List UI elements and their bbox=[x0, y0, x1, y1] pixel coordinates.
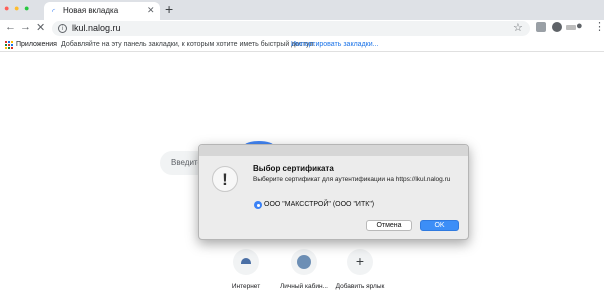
extension-icon[interactable] bbox=[536, 22, 546, 32]
address-bar[interactable]: i lkul.nalog.ru ☆ bbox=[52, 21, 530, 36]
alert-icon: ! bbox=[212, 166, 238, 192]
stop-icon[interactable]: ✕ bbox=[36, 21, 45, 34]
add-shortcut-button[interactable]: + bbox=[347, 249, 373, 275]
bookmarks-bar: Приложения Добавляйте на эту панель закл… bbox=[0, 38, 604, 52]
cancel-button[interactable]: Отмена bbox=[366, 220, 412, 231]
back-icon[interactable]: ← bbox=[5, 21, 16, 33]
apps-icon[interactable] bbox=[5, 41, 13, 49]
import-bookmarks-link[interactable]: Импортировать закладки... bbox=[291, 41, 378, 48]
ok-button[interactable]: OK bbox=[420, 220, 459, 231]
bookmarks-hint: Добавляйте на эту панель закладки, к кот… bbox=[61, 41, 316, 48]
minimize-window-icon[interactable]: ● bbox=[14, 3, 19, 13]
menu-icon[interactable]: ⋮ bbox=[594, 20, 604, 33]
certificate-radio[interactable] bbox=[254, 201, 262, 209]
dialog-message: Выберите сертификат для аутентификации н… bbox=[253, 176, 451, 183]
tab-strip: ● ● ● ◜ Новая вкладка ✕ + bbox=[0, 0, 604, 20]
cloud-icon bbox=[241, 258, 251, 264]
plus-icon: + bbox=[355, 253, 365, 269]
extension-icon[interactable] bbox=[566, 25, 576, 30]
shortcut-tile-internet[interactable] bbox=[233, 249, 259, 275]
close-window-icon[interactable]: ● bbox=[4, 3, 9, 13]
nalog-icon bbox=[297, 255, 311, 269]
dialog-title: Выбор сертификата bbox=[253, 164, 334, 173]
info-icon[interactable]: i bbox=[58, 24, 67, 33]
maximize-window-icon[interactable]: ● bbox=[24, 3, 29, 13]
tab-title: Новая вкладка bbox=[63, 6, 119, 15]
star-icon[interactable]: ☆ bbox=[513, 21, 523, 34]
toolbar: ← → ✕ i lkul.nalog.ru ☆ ● ⋮ bbox=[0, 20, 604, 38]
certificate-dialog: ! Выбор сертификата Выберите сертификат … bbox=[198, 144, 469, 240]
tile-label: Добавить ярлык bbox=[335, 283, 385, 290]
new-tab-button[interactable]: + bbox=[165, 1, 173, 17]
shortcut-tile-cabinet[interactable] bbox=[291, 249, 317, 275]
url-text: lkul.nalog.ru bbox=[72, 23, 121, 33]
certificate-label[interactable]: ООО "МАКССТРОЙ" (ООО "ИТК") bbox=[264, 201, 374, 208]
dialog-titlebar bbox=[199, 145, 468, 156]
profile-icon[interactable]: ● bbox=[576, 20, 583, 32]
close-icon[interactable]: ✕ bbox=[147, 5, 155, 16]
tab-new[interactable]: ◜ Новая вкладка ✕ bbox=[44, 2, 160, 20]
extension-icon[interactable] bbox=[552, 22, 562, 32]
forward-icon[interactable]: → bbox=[20, 21, 31, 33]
apps-label[interactable]: Приложения bbox=[16, 41, 57, 48]
loading-icon: ◜ bbox=[52, 7, 56, 16]
